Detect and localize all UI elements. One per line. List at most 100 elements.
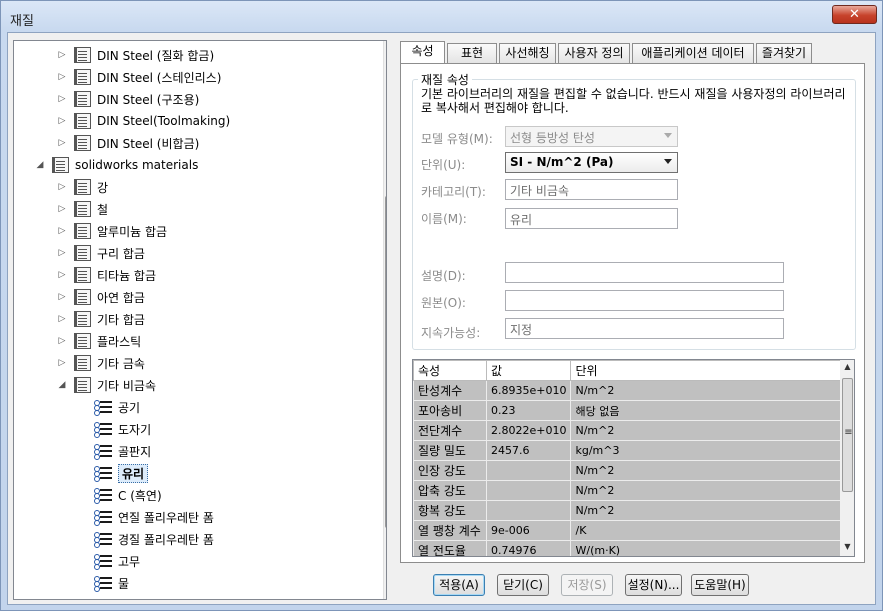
table-row[interactable]: 항복 강도 N/m^2 [413,500,848,521]
expand-arrow-icon[interactable]: ▷ [56,116,68,126]
column-header-value[interactable]: 값 [485,360,572,381]
tree-material-item[interactable]: 경질 폴리우레탄 폼 [94,528,214,550]
tree-folder-item[interactable]: ▷ DIN Steel(Toolmaking) [56,110,230,132]
table-row[interactable]: 열 전도율 0.74976 W/(m·K) [413,540,848,556]
tree-scroll-thumb[interactable]: ≡ [385,196,386,528]
tree-material-item[interactable]: 연질 폴리우레탄 폼 [94,506,214,528]
tree-folder-item[interactable]: ▷ 기타 금속 [56,352,145,374]
table-row[interactable]: 포아송비 0.23 해당 없음 [413,400,848,421]
folder-list-icon [74,113,91,129]
tree-material-item[interactable]: 공기 [94,396,140,418]
column-header-unit[interactable]: 단위 [570,360,848,381]
material-icon [94,399,112,416]
tree-folder-item[interactable]: ▷ 플라스틱 [56,330,141,352]
description-field[interactable] [505,262,784,283]
tree-folder-item[interactable]: ▷ DIN Steel (비합금) [56,132,199,154]
tab-crosshatch[interactable]: 사선해칭 [499,43,556,63]
tree-material-item[interactable]: 골판지 [94,440,151,462]
tree-folder-item[interactable]: ▷ DIN Steel (질화 합금) [56,44,214,66]
tab-properties[interactable]: 속성 [400,41,445,64]
tree-material-item[interactable]: C (흑연) [94,484,162,506]
tree-folder-item[interactable]: ▷ 기타 합금 [56,308,145,330]
expand-arrow-icon[interactable]: ▷ [56,248,68,258]
grid-scroll-thumb[interactable]: ≡ [842,378,853,492]
close-window-button[interactable]: ✕ [832,5,877,24]
expand-arrow-icon[interactable]: ▷ [56,138,68,148]
table-row[interactable]: 질량 밀도 2457.6 kg/m^3 [413,440,848,461]
tree-item-label: 구리 합금 [97,246,145,261]
collapse-arrow-icon[interactable]: ◢ [34,160,46,170]
tab-custom[interactable]: 사용자 정의 [558,43,630,63]
tree-item-label: C (흑연) [118,488,162,503]
property-value-cell[interactable]: 2457.6 [485,440,572,461]
property-value-cell[interactable]: 2.8022e+010 [485,420,572,441]
tree-material-item[interactable]: 물 [94,572,129,594]
table-row[interactable]: 열 팽창 계수 9e-006/K [413,520,848,541]
material-tree[interactable]: ▷ DIN Steel (질화 합금) ▷ DIN Steel (스테인리스) ▷ DIN… [13,40,387,600]
column-header-property[interactable]: 속성 [413,360,487,381]
grid-scroll-up-icon[interactable]: ▲ [839,362,854,371]
expand-arrow-icon[interactable]: ▷ [56,314,68,324]
tree-item-label: 유리 [118,463,149,483]
tree-item-label: 공기 [118,400,141,415]
sustainability-field[interactable]: 지정 [505,318,784,339]
property-value-cell[interactable]: 9e-006 [485,520,572,541]
category-field[interactable]: 기타 비금속 [505,179,678,200]
tab-appearance[interactable]: 표현 [447,43,497,63]
table-row[interactable]: 인장 강도 N/m^2 [413,460,848,481]
tab-application-data[interactable]: 애플리케이션 데이터 [632,43,754,63]
tree-folder-item[interactable]: ◢ solidworks materials [34,154,198,176]
property-value-cell[interactable]: 0.74976 [485,540,572,556]
scroll-up-arrow-icon[interactable]: ▲ [384,45,386,55]
tree-folder-item[interactable]: ▷ 구리 합금 [56,242,145,264]
apply-button[interactable]: 적용(A) [433,574,485,596]
expand-arrow-icon[interactable]: ▷ [56,336,68,346]
save-button[interactable]: 저장(S) [561,574,613,596]
expand-arrow-icon[interactable]: ▷ [56,292,68,302]
help-button[interactable]: 도움말(H) [691,574,749,596]
scroll-down-arrow-icon[interactable]: ▼ [384,583,386,593]
tree-item-label: 알루미늄 합금 [97,224,168,239]
tree-material-item[interactable]: 유리 [94,462,149,484]
tab-favorites[interactable]: 즐겨찾기 [756,43,812,63]
property-value-cell[interactable] [485,500,572,521]
property-value-cell[interactable] [485,460,572,481]
tree-folder-item[interactable]: ▷ 철 [56,198,108,220]
units-select[interactable]: SI - N/m^2 (Pa) [505,152,678,173]
expand-arrow-icon[interactable]: ▷ [56,72,68,82]
property-value-cell[interactable] [485,480,572,501]
table-row[interactable]: 탄성계수 6.8935e+010 N/m^2 [413,380,848,401]
name-field[interactable]: 유리 [505,208,678,229]
tree-material-item[interactable]: 고무 [94,550,140,572]
tree-folder-item[interactable]: ▷ DIN Steel (구조용) [56,88,199,110]
tree-folder-item[interactable]: ▷ 알루미늄 합금 [56,220,167,242]
expand-arrow-icon[interactable]: ▷ [56,204,68,214]
grid-scroll-down-icon[interactable]: ▼ [839,542,854,551]
table-row[interactable]: 전단계수 2.8022e+010 N/m^2 [413,420,848,441]
source-field[interactable] [505,290,784,311]
expand-arrow-icon[interactable]: ▷ [56,182,68,192]
units-value: SI - N/m^2 (Pa) [510,155,614,169]
tree-material-item[interactable]: 도자기 [94,418,151,440]
tree-folder-item[interactable]: ▷ 강 [56,176,108,198]
property-value-cell[interactable]: 6.8935e+010 [485,380,572,401]
close-button[interactable]: 닫기(C) [497,574,549,596]
expand-arrow-icon[interactable]: ▷ [56,50,68,60]
tree-folder-item[interactable]: ◢ 기타 비금속 [56,374,156,396]
folder-list-icon [74,223,91,239]
tree-folder-item[interactable]: ▷ 아연 합금 [56,286,145,308]
collapse-arrow-icon[interactable]: ◢ [56,380,68,390]
property-value-cell[interactable]: 0.23 [485,400,572,421]
expand-arrow-icon[interactable]: ▷ [56,358,68,368]
table-row[interactable]: 압축 강도 N/m^2 [413,480,848,501]
property-grid[interactable]: 속성 값 단위 탄성계수 6.8935e+010 N/m^2 포아송비 0.23 해당 없… [412,359,855,557]
edit-notice: 기본 라이브러리의 재질을 편집할 수 없습니다. 반드시 재질을 사용자정의 … [421,87,846,115]
expand-arrow-icon[interactable]: ▷ [56,270,68,280]
property-name-cell: 열 전도율 [413,540,487,556]
tree-folder-item[interactable]: ▷ 티타늄 합금 [56,264,156,286]
expand-arrow-icon[interactable]: ▷ [56,94,68,104]
tree-folder-item[interactable]: ▷ DIN Steel (스테인리스) [56,66,221,88]
expand-arrow-icon[interactable]: ▷ [56,226,68,236]
model-type-select[interactable]: 선형 등방성 탄성 [505,126,678,147]
config-button[interactable]: 설정(N)... [625,574,682,596]
